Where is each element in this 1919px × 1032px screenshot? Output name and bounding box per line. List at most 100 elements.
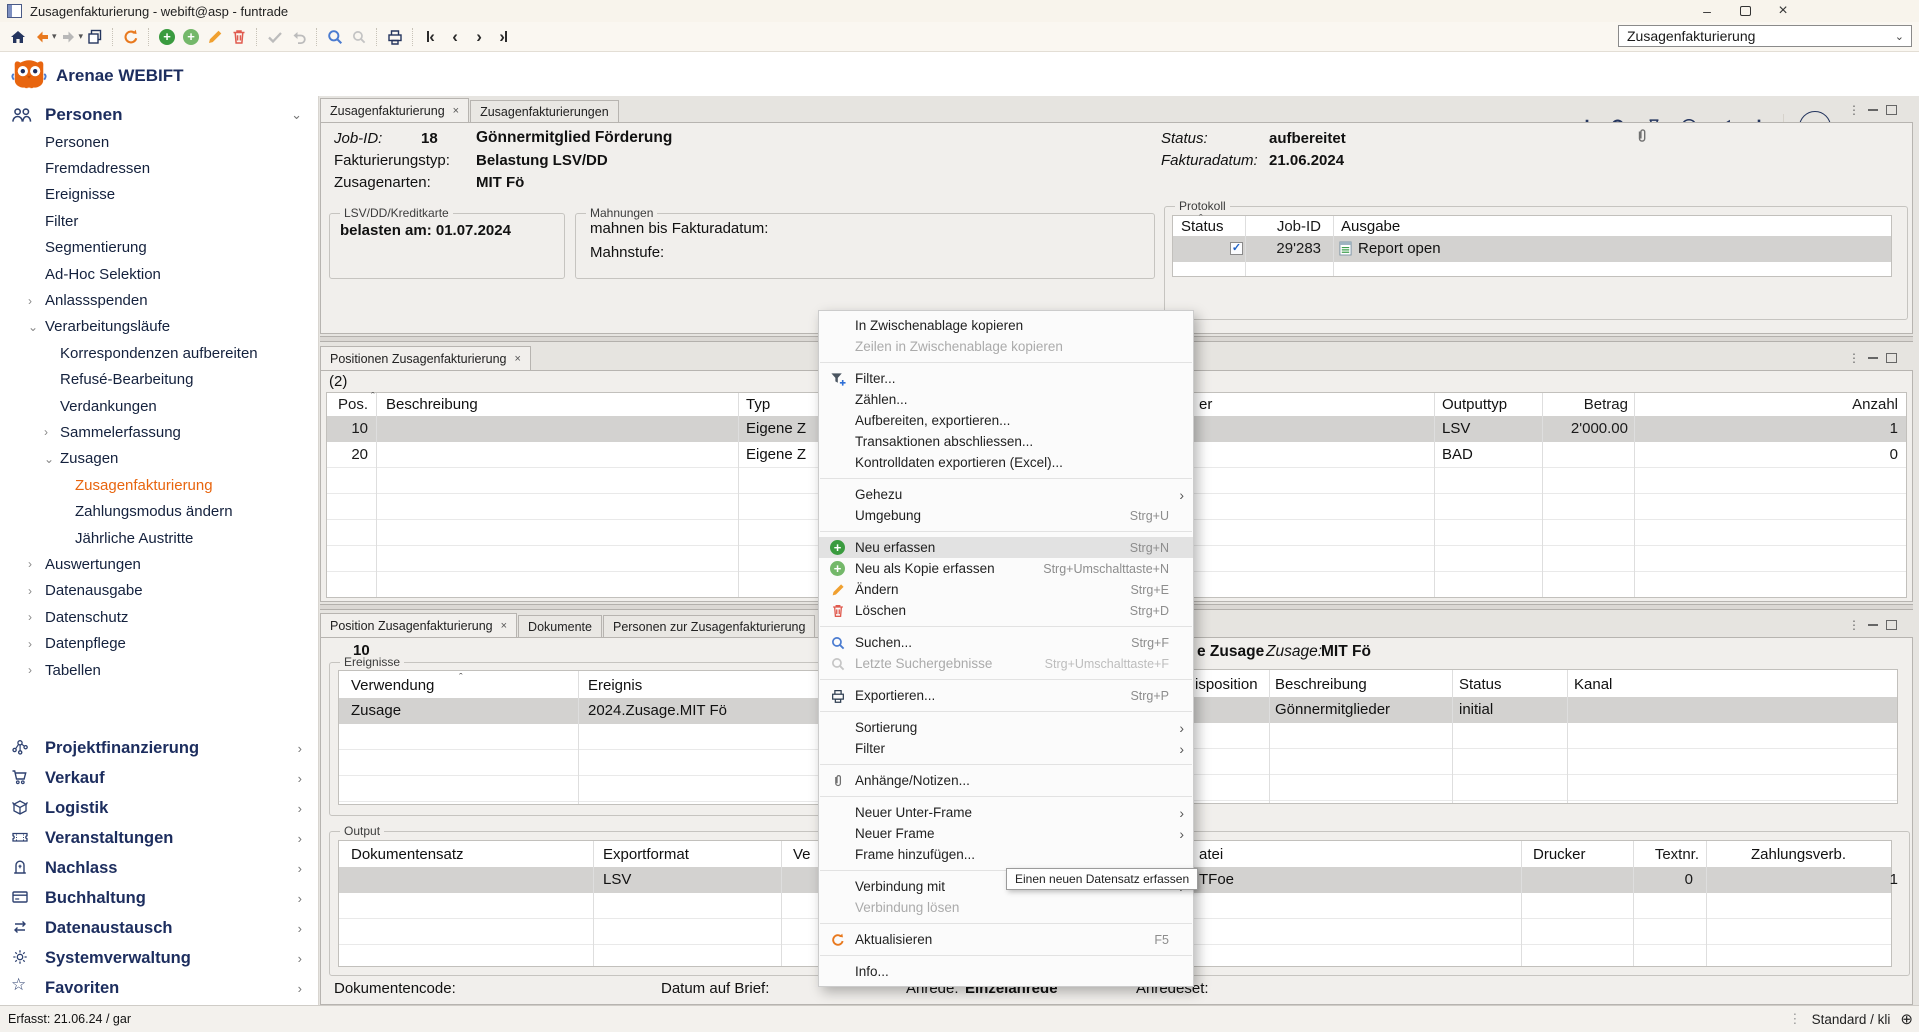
menu-item-in-zwischenablage-kopieren[interactable]: In Zwischenablage kopieren — [819, 315, 1193, 336]
sidebar-section-nachlass[interactable]: Nachlass› — [0, 853, 318, 883]
new-record-button[interactable] — [156, 25, 178, 49]
sidebar-section-personen[interactable]: Personen ⌄ — [0, 100, 318, 130]
menu-item-sortierung[interactable]: Sortierung — [819, 717, 1193, 738]
sidebar-item-sammelerfassung[interactable]: ›Sammelerfassung — [0, 419, 318, 445]
panel-controls[interactable]: ⋮ — [1848, 103, 1897, 117]
cell-datei-fragment: TFoe — [1199, 871, 1234, 888]
sidebar-item-jaehrliche-austritte[interactable]: Jährliche Austritte — [0, 525, 318, 551]
paperclip-icon[interactable] — [1633, 127, 1651, 145]
menu-item-umgebung[interactable]: UmgebungStrg+U — [819, 505, 1193, 526]
minimize-button[interactable]: – — [1688, 0, 1726, 22]
sidebar-item-verarbeitungslaeufe[interactable]: ⌄Verarbeitungsläufe — [0, 314, 318, 340]
sidebar-item-personen[interactable]: Personen — [0, 129, 318, 155]
menu-item-filter-submenu[interactable]: Filter — [819, 738, 1193, 759]
menu-item-aufbereiten-exportieren[interactable]: Aufbereiten, exportieren... — [819, 410, 1193, 431]
print-button[interactable] — [384, 25, 406, 49]
tab-dokumente[interactable]: Dokumente — [518, 615, 602, 637]
sidebar-section-veranstaltungen[interactable]: Veranstaltungen› — [0, 823, 318, 853]
tab-position-zusagenfakturierung[interactable]: Position Zusagenfakturierung× — [320, 613, 517, 637]
toolbar-separator — [316, 28, 318, 46]
chevron-down-icon: ⌄ — [291, 107, 302, 123]
close-icon[interactable]: × — [515, 353, 521, 365]
status-label: Status: — [1161, 130, 1208, 147]
menu-item-neu-erfassen[interactable]: Neu erfassenStrg+N — [819, 537, 1193, 558]
tab-personen-zur-zusagenfakturierung[interactable]: Personen zur Zusagenfakturierung — [603, 615, 815, 637]
back-dropdown-icon[interactable]: ▾ — [52, 31, 57, 42]
menu-item-neu-als-kopie-erfassen[interactable]: Neu als Kopie erfassenStrg+Umschalttaste… — [819, 558, 1193, 579]
sidebar-item-datenschutz[interactable]: ›Datenschutz — [0, 604, 318, 630]
sidebar-section-logistik[interactable]: Logistik› — [0, 793, 318, 823]
sidebar-section-buchhaltung[interactable]: Buchhaltung› — [0, 883, 318, 913]
sidebar-item-segmentierung[interactable]: Segmentierung — [0, 235, 318, 261]
sidebar-item-datenpflege[interactable]: ›Datenpflege — [0, 630, 318, 656]
cell-exportformat: LSV — [603, 871, 631, 888]
sidebar-item-refuse-bearbeitung[interactable]: Refusé-Bearbeitung — [0, 367, 318, 393]
panel-controls[interactable]: ⋮ — [1848, 618, 1897, 632]
sidebar-item-zusagenfakturierung[interactable]: Zusagenfakturierung — [0, 472, 318, 498]
menu-item-neuer-unter-frame[interactable]: Neuer Unter-Frame — [819, 802, 1193, 823]
dokumentencode-label: Dokumentencode: — [334, 980, 456, 997]
menu-item-gehezu[interactable]: Gehezu — [819, 484, 1193, 505]
tab-zusagenfakturierung[interactable]: Zusagenfakturierung× — [320, 98, 469, 122]
search-results-button[interactable] — [348, 25, 370, 49]
menu-item-filter[interactable]: Filter... — [819, 368, 1193, 389]
status-profile-text[interactable]: Standard / kli — [1812, 1012, 1891, 1027]
menu-item-frame-hinzufuegen[interactable]: Frame hinzufügen... — [819, 844, 1193, 865]
tab-positionen-zusagenfakturierung[interactable]: Positionen Zusagenfakturierung× — [320, 346, 531, 370]
sidebar-item-auswertungen[interactable]: ›Auswertungen — [0, 551, 318, 577]
forward-dropdown-icon[interactable]: ▾ — [79, 31, 84, 42]
tab-zusagenfakturierungen[interactable]: Zusagenfakturierungen — [470, 100, 619, 122]
home-button[interactable] — [7, 25, 29, 49]
sidebar-item-fremdadressen[interactable]: Fremdadressen — [0, 155, 318, 181]
delete-button[interactable] — [228, 25, 250, 49]
sidebar-section-favoriten[interactable]: ☆Favoriten› — [0, 973, 318, 1003]
menu-item-aktualisieren[interactable]: AktualisierenF5 — [819, 929, 1193, 950]
close-icon[interactable]: × — [453, 105, 459, 117]
sidebar-section-verkauf[interactable]: Verkauf› — [0, 763, 318, 793]
close-button[interactable]: × — [1764, 0, 1802, 22]
confirm-button[interactable] — [264, 25, 286, 49]
forward-button[interactable] — [58, 25, 80, 49]
new-copy-button[interactable] — [180, 25, 202, 49]
menu-item-neuer-frame[interactable]: Neuer Frame — [819, 823, 1193, 844]
sidebar-item-filter[interactable]: Filter — [0, 208, 318, 234]
menu-item-zaehlen[interactable]: Zählen... — [819, 389, 1193, 410]
nav-next-button[interactable]: › — [468, 25, 490, 49]
table-row-selected[interactable] — [1162, 697, 1897, 723]
search-button[interactable] — [324, 25, 346, 49]
menu-item-anhaenge-notizen[interactable]: Anhänge/Notizen... — [819, 770, 1193, 791]
sidebar-item-ereignisse[interactable]: Ereignisse — [0, 182, 318, 208]
menu-item-info[interactable]: Info... — [819, 961, 1193, 982]
nav-first-button[interactable]: ‹ — [420, 25, 442, 49]
refresh-button[interactable] — [120, 25, 142, 49]
sidebar-item-anlassspenden[interactable]: ›Anlassspenden — [0, 287, 318, 313]
menu-item-loeschen[interactable]: LöschenStrg+D — [819, 600, 1193, 621]
maximize-button[interactable] — [1726, 0, 1764, 22]
checkbox-checked[interactable] — [1230, 242, 1243, 255]
menu-item-suchen[interactable]: Suchen...Strg+F — [819, 632, 1193, 653]
back-button[interactable] — [31, 25, 53, 49]
menu-item-transaktionen-abschliessen[interactable]: Transaktionen abschliessen... — [819, 431, 1193, 452]
sidebar-item-korrespondenzen-aufbereiten[interactable]: Korrespondenzen aufbereiten — [0, 340, 318, 366]
menu-item-aendern[interactable]: ÄndernStrg+E — [819, 579, 1193, 600]
sidebar-item-verdankungen[interactable]: Verdankungen — [0, 393, 318, 419]
sidebar-item-zahlungsmodus-aendern[interactable]: Zahlungsmodus ändern — [0, 498, 318, 524]
sidebar-item-zusagen[interactable]: ⌄Zusagen — [0, 446, 318, 472]
panel-controls[interactable]: ⋮ — [1848, 351, 1897, 365]
sidebar-section-systemverwaltung[interactable]: Systemverwaltung› — [0, 943, 318, 973]
nav-prev-button[interactable]: ‹ — [444, 25, 466, 49]
module-selector[interactable]: Zusagenfakturierung ⌄ — [1618, 25, 1912, 47]
sidebar-item-ad-hoc-selektion[interactable]: Ad-Hoc Selektion — [0, 261, 318, 287]
undo-button[interactable] — [288, 25, 310, 49]
sidebar-section-projektfinanzierung[interactable]: Projektfinanzierung› — [0, 733, 318, 763]
edit-button[interactable] — [204, 25, 226, 49]
sidebar-item-datenausgabe[interactable]: ›Datenausgabe — [0, 578, 318, 604]
nav-last-button[interactable]: › — [492, 25, 514, 49]
close-icon[interactable]: × — [501, 620, 507, 632]
menu-item-exportieren[interactable]: Exportieren...Strg+P — [819, 685, 1193, 706]
sidebar-section-datenaustausch[interactable]: Datenaustausch› — [0, 913, 318, 943]
windows-button[interactable] — [84, 25, 106, 49]
status-circle-icon[interactable]: ⊕ — [1900, 1010, 1913, 1028]
menu-item-kontrolldaten-exportieren[interactable]: Kontrolldaten exportieren (Excel)... — [819, 452, 1193, 473]
sidebar-item-tabellen[interactable]: ›Tabellen — [0, 657, 318, 683]
